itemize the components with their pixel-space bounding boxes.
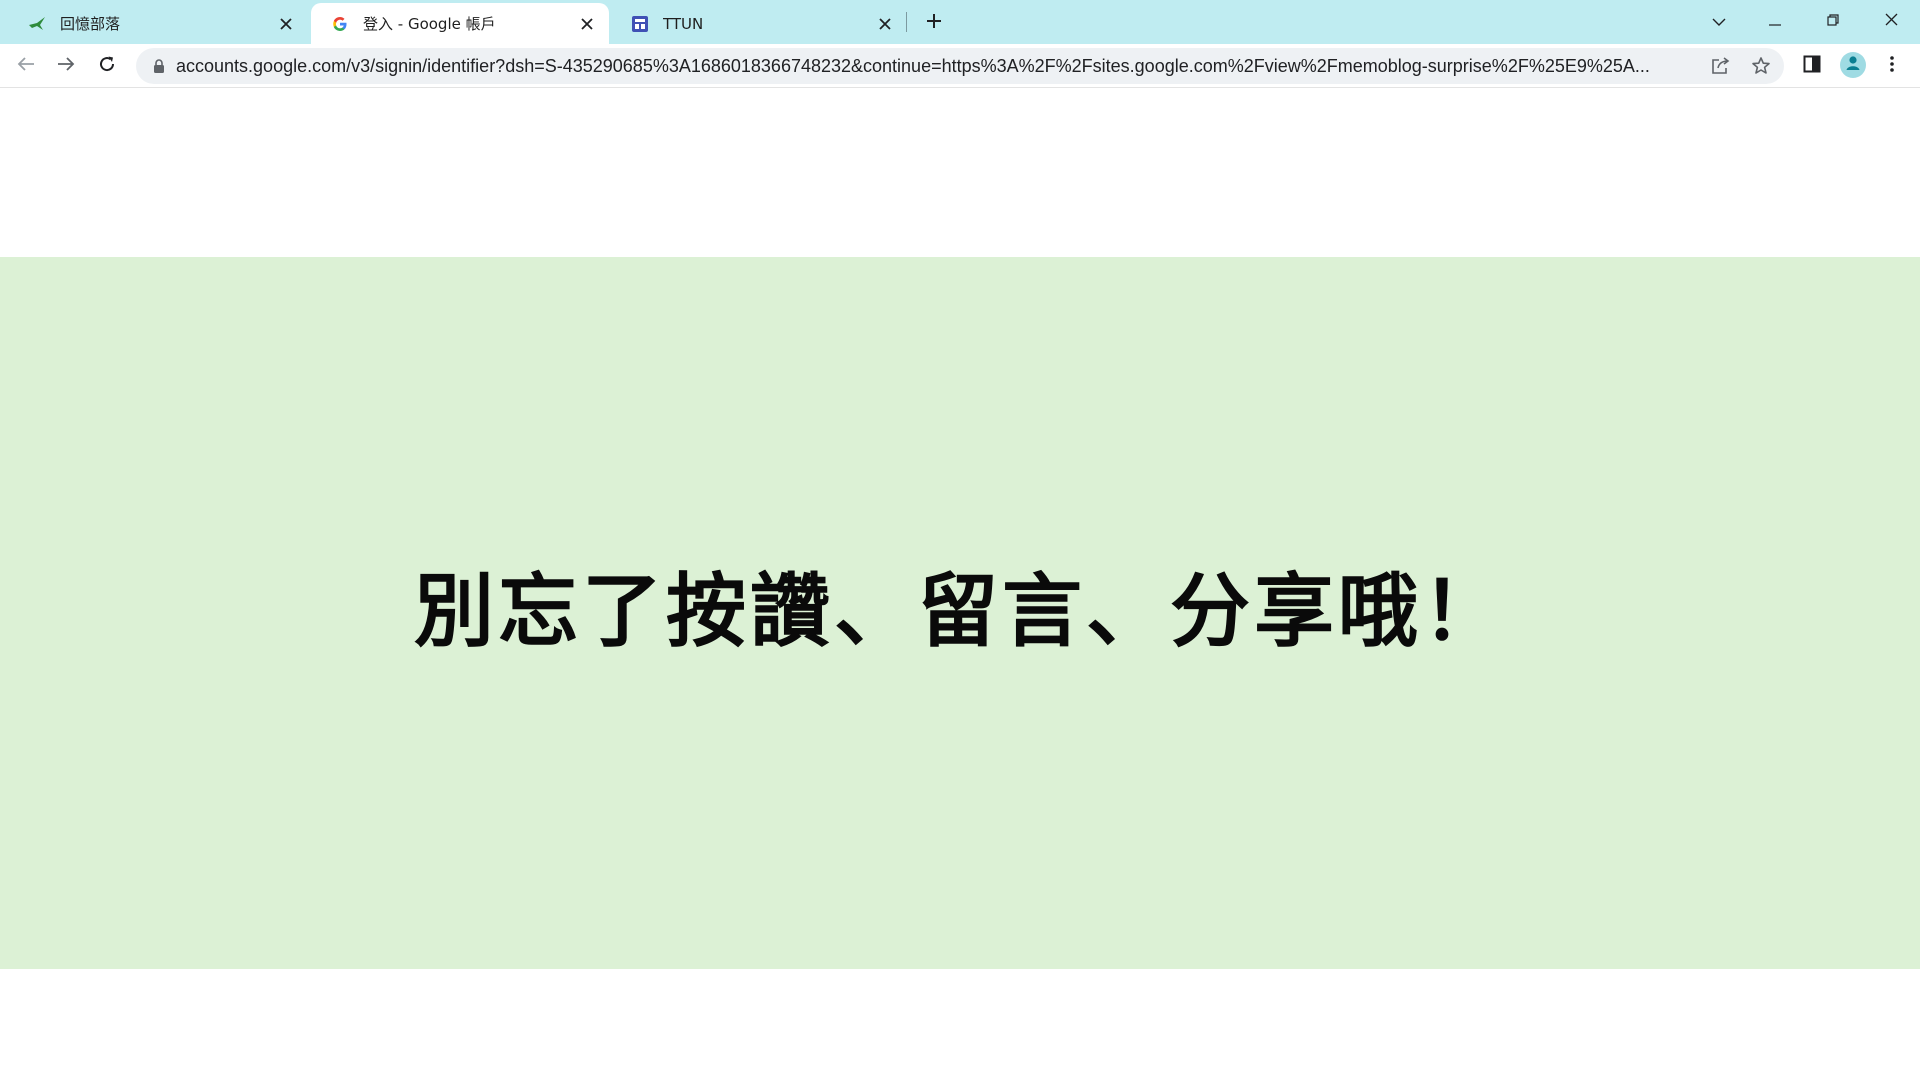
share-icon[interactable] xyxy=(1709,54,1733,78)
tab-title: TTUN xyxy=(663,14,704,33)
lock-icon[interactable] xyxy=(150,57,168,75)
reminder-banner: 別忘了按讚、留言、分享哦！ xyxy=(0,257,1920,969)
restore-icon xyxy=(1827,11,1839,30)
close-icon[interactable] xyxy=(577,14,597,34)
minimize-icon xyxy=(1769,11,1781,30)
sites-icon xyxy=(631,15,649,33)
browser-toolbar: accounts.google.com/v3/signin/identifier… xyxy=(0,44,1920,88)
bird-icon xyxy=(28,15,46,33)
tab-strip: 回憶部落 登入 - Google 帳戶 TTUN xyxy=(0,0,1920,44)
tab-separator xyxy=(906,12,907,32)
profile-avatar[interactable] xyxy=(1840,52,1866,78)
side-panel-icon xyxy=(1803,55,1821,77)
tab-ttun[interactable]: TTUN xyxy=(611,3,907,44)
menu-button[interactable] xyxy=(1878,52,1906,80)
tab-search-button[interactable] xyxy=(1696,4,1742,36)
person-icon xyxy=(1844,54,1862,76)
banner-text: 別忘了按讚、留言、分享哦！ xyxy=(414,565,1506,658)
star-icon[interactable] xyxy=(1749,54,1773,78)
chevron-down-icon xyxy=(1712,11,1726,30)
minimize-button[interactable] xyxy=(1752,4,1798,36)
tab-title: 回憶部落 xyxy=(60,15,121,33)
new-tab-button[interactable] xyxy=(920,9,948,37)
close-icon xyxy=(1885,11,1898,30)
restore-button[interactable] xyxy=(1810,4,1856,36)
google-g-icon xyxy=(331,15,349,33)
tab-memoblog[interactable]: 回憶部落 xyxy=(8,3,308,44)
forward-button[interactable] xyxy=(50,50,82,82)
page-content: 別忘了按讚、留言、分享哦！ xyxy=(0,89,1920,1080)
side-panel-button[interactable] xyxy=(1798,52,1826,80)
arrow-right-icon xyxy=(57,56,75,76)
reload-icon xyxy=(98,55,116,77)
address-bar[interactable]: accounts.google.com/v3/signin/identifier… xyxy=(136,48,1784,84)
window-close-button[interactable] xyxy=(1868,4,1914,36)
plus-icon xyxy=(926,13,942,33)
close-icon[interactable] xyxy=(276,14,296,34)
back-button[interactable] xyxy=(10,50,42,82)
tab-google-signin[interactable]: 登入 - Google 帳戶 xyxy=(311,3,609,44)
arrow-left-icon xyxy=(17,56,35,76)
tab-title: 登入 - Google 帳戶 xyxy=(363,15,496,33)
url-text[interactable]: accounts.google.com/v3/signin/identifier… xyxy=(176,48,1686,84)
kebab-menu-icon xyxy=(1890,55,1894,77)
reload-button[interactable] xyxy=(91,50,123,82)
close-icon[interactable] xyxy=(875,14,895,34)
